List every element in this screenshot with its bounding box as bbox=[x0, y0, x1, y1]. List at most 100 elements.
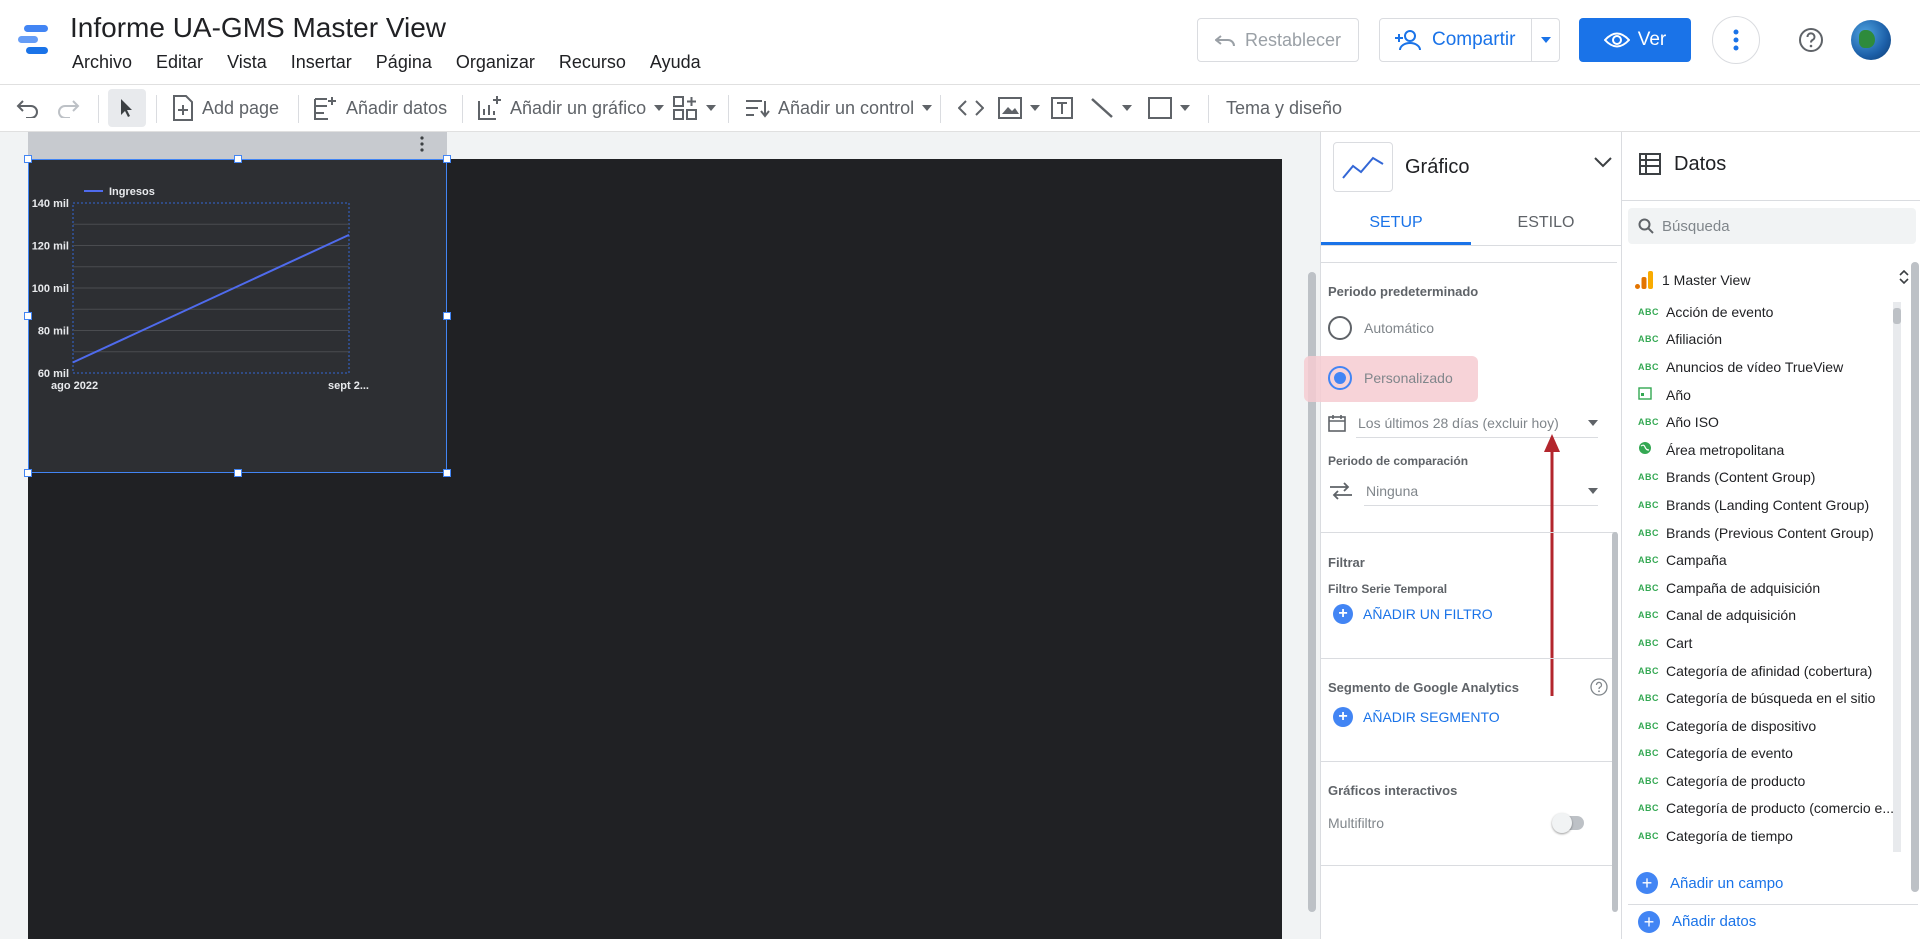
radio-custom[interactable]: Personalizado bbox=[1328, 366, 1453, 390]
tab-style[interactable]: ESTILO bbox=[1471, 200, 1621, 245]
text-type-icon: ABC bbox=[1638, 527, 1659, 538]
add-component-button[interactable] bbox=[672, 89, 716, 127]
data-source-header[interactable]: 1 Master View bbox=[1634, 270, 1914, 290]
image-button[interactable] bbox=[998, 89, 1040, 127]
search-icon bbox=[1638, 218, 1654, 234]
collapse-icon[interactable] bbox=[1898, 270, 1910, 284]
report-title[interactable]: Informe UA-GMS Master View bbox=[70, 12, 446, 44]
resize-handle-s[interactable] bbox=[234, 469, 242, 477]
add-control-button[interactable]: Añadir un control bbox=[744, 89, 933, 127]
menu-vista[interactable]: Vista bbox=[215, 50, 279, 75]
caret-down-icon bbox=[1180, 105, 1190, 111]
add-segment-button[interactable]: + AÑADIR SEGMENTO bbox=[1333, 707, 1500, 727]
text-type-icon: ABC bbox=[1638, 582, 1659, 593]
field-item[interactable]: ABC Categoría de producto bbox=[1622, 767, 1912, 795]
resize-handle-ne[interactable] bbox=[443, 155, 451, 163]
help-button[interactable] bbox=[1793, 22, 1829, 58]
menu-editar[interactable]: Editar bbox=[144, 50, 215, 75]
filter-subheading: Filtro Serie Temporal bbox=[1328, 582, 1448, 596]
resize-handle-e[interactable] bbox=[443, 312, 451, 320]
add-page-button[interactable]: Add page bbox=[172, 89, 279, 127]
field-list-scrollbar[interactable] bbox=[1893, 302, 1901, 852]
tab-setup[interactable]: SETUP bbox=[1321, 200, 1471, 245]
field-item[interactable]: ABC Campaña de adquisición bbox=[1622, 574, 1912, 602]
radio-custom-label: Personalizado bbox=[1364, 370, 1453, 386]
share-button[interactable]: Compartir bbox=[1380, 19, 1532, 61]
theme-layout-button[interactable]: Tema y diseño bbox=[1226, 89, 1342, 127]
field-item[interactable]: Año bbox=[1622, 381, 1912, 409]
field-name: Categoría de afinidad (cobertura) bbox=[1666, 662, 1873, 679]
field-item[interactable]: ABC Campaña bbox=[1622, 546, 1912, 574]
properties-scrollbar[interactable] bbox=[1612, 532, 1618, 912]
field-item[interactable]: ABC Año ISO bbox=[1622, 408, 1912, 436]
redo-button[interactable] bbox=[56, 89, 80, 127]
search-placeholder: Búsqueda bbox=[1662, 217, 1730, 235]
field-item[interactable]: Área metropolitana bbox=[1622, 436, 1912, 464]
divider bbox=[1321, 658, 1617, 659]
field-item[interactable]: ABC Categoría de búsqueda en el sitio bbox=[1622, 684, 1912, 712]
radio-button-selected[interactable] bbox=[1328, 366, 1352, 390]
shape-button[interactable] bbox=[1148, 89, 1190, 127]
time-series-chart[interactable]: Ingresos 140 mil 120 mil 100 mil 80 mil 60 m… bbox=[28, 159, 447, 473]
select-tool-button[interactable] bbox=[108, 89, 146, 127]
radio-button[interactable] bbox=[1328, 316, 1352, 340]
help-icon[interactable] bbox=[1590, 678, 1608, 696]
reset-button[interactable]: Restablecer bbox=[1197, 18, 1359, 62]
account-avatar[interactable] bbox=[1851, 20, 1891, 60]
add-data-button[interactable]: + Añadir datos bbox=[1628, 904, 1918, 938]
menu-bar: Archivo Editar Vista Insertar Página Org… bbox=[60, 50, 713, 75]
field-item[interactable]: ABC Brands (Landing Content Group) bbox=[1622, 491, 1912, 519]
add-filter-button[interactable]: + AÑADIR UN FILTRO bbox=[1333, 604, 1493, 624]
series-line[interactable] bbox=[72, 233, 350, 364]
field-item[interactable]: ABC Brands (Previous Content Group) bbox=[1622, 519, 1912, 547]
undo-button[interactable] bbox=[16, 89, 40, 127]
menu-recurso[interactable]: Recurso bbox=[547, 50, 638, 75]
field-item[interactable]: ABC Categoría de producto (comercio e... bbox=[1622, 795, 1912, 823]
app-window: Informe UA-GMS Master View Archivo Edita… bbox=[0, 0, 1920, 939]
looker-studio-logo[interactable] bbox=[16, 22, 52, 58]
field-name: Categoría de producto bbox=[1666, 772, 1806, 789]
embed-url-button[interactable] bbox=[958, 89, 984, 127]
field-item[interactable]: ABC Categoría de evento bbox=[1622, 740, 1912, 768]
menu-pagina[interactable]: Página bbox=[364, 50, 444, 75]
resize-handle-se[interactable] bbox=[443, 469, 451, 477]
resize-handle-n[interactable] bbox=[234, 155, 242, 163]
field-item[interactable]: ABC Brands (Content Group) bbox=[1622, 464, 1912, 492]
resize-handle-sw[interactable] bbox=[24, 469, 32, 477]
field-item[interactable]: ABC Acción de evento bbox=[1622, 298, 1912, 326]
field-item[interactable]: ABC Cart bbox=[1622, 629, 1912, 657]
divider bbox=[1321, 761, 1617, 762]
add-data-button[interactable]: Añadir datos bbox=[312, 89, 447, 127]
field-item[interactable]: ABC Canal de adquisición bbox=[1622, 602, 1912, 630]
field-item[interactable]: ABC Categoría de dispositivo bbox=[1622, 712, 1912, 740]
chevron-down-icon[interactable] bbox=[1593, 156, 1613, 168]
share-dropdown-button[interactable] bbox=[1532, 37, 1559, 43]
resize-handle-w[interactable] bbox=[24, 312, 32, 320]
chart-type-selector[interactable]: Gráfico bbox=[1333, 142, 1613, 192]
add-chart-button[interactable]: Añadir un gráfico bbox=[476, 89, 665, 127]
multifilter-toggle[interactable] bbox=[1552, 813, 1584, 833]
view-button[interactable]: Ver bbox=[1579, 18, 1691, 62]
add-field-button[interactable]: + Añadir un campo bbox=[1636, 872, 1783, 894]
menu-ayuda[interactable]: Ayuda bbox=[638, 50, 713, 75]
text-box-button[interactable] bbox=[1050, 89, 1074, 127]
radio-automatic[interactable]: Automático bbox=[1328, 316, 1434, 340]
line-icon bbox=[1091, 98, 1113, 118]
menu-organizar[interactable]: Organizar bbox=[444, 50, 547, 75]
menu-archivo[interactable]: Archivo bbox=[60, 50, 144, 75]
field-name: Campaña bbox=[1666, 552, 1727, 569]
resize-handle-nw[interactable] bbox=[24, 155, 32, 163]
share-button-group: Compartir bbox=[1379, 18, 1560, 62]
chart-menu-icon[interactable] bbox=[419, 136, 425, 152]
panel-scrollbar[interactable] bbox=[1911, 262, 1919, 892]
field-search-input[interactable]: Búsqueda bbox=[1628, 208, 1916, 244]
menu-insertar[interactable]: Insertar bbox=[279, 50, 364, 75]
more-options-button[interactable] bbox=[1712, 16, 1760, 64]
field-item[interactable]: ABC Categoría de tiempo bbox=[1622, 822, 1912, 850]
field-item[interactable]: ABC Anuncios de vídeo TrueView bbox=[1622, 353, 1912, 381]
line-button[interactable] bbox=[1090, 89, 1132, 127]
field-item[interactable]: ABC Categoría de afinidad (cobertura) bbox=[1622, 657, 1912, 685]
y-tick-label: 140 mil bbox=[32, 198, 69, 210]
field-item[interactable]: ABC Afiliación bbox=[1622, 326, 1912, 354]
add-person-icon bbox=[1395, 30, 1421, 51]
